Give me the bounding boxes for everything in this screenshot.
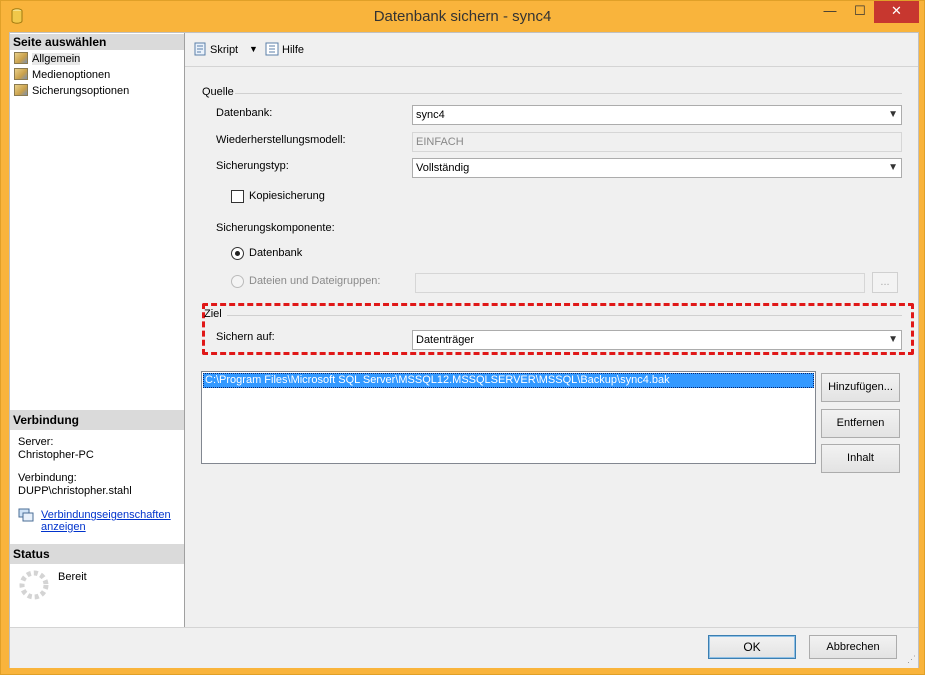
chevron-down-icon: ▼ bbox=[888, 162, 898, 173]
connection-properties-link-2[interactable]: anzeigen bbox=[41, 521, 86, 533]
status-value: Bereit bbox=[58, 571, 87, 583]
backup-type-label: Sicherungstyp: bbox=[216, 160, 289, 172]
copy-only-checkbox[interactable] bbox=[231, 190, 244, 203]
recovery-model-label: Wiederherstellungsmodell: bbox=[216, 134, 346, 146]
recovery-model-field: EINFACH bbox=[412, 132, 902, 152]
right-pane: Skript ▼ Hilfe Quelle Datenbank: sync4 ▼… bbox=[185, 33, 918, 627]
connection-value: DUPP\christopher.stahl bbox=[18, 485, 132, 497]
dialog-window: Datenbank sichern - sync4 — ☐ ✕ Seite au… bbox=[0, 0, 925, 675]
resize-grip-icon[interactable]: ⋰ bbox=[907, 654, 916, 665]
status-heading: Status bbox=[10, 544, 184, 564]
list-item[interactable]: C:\Program Files\Microsoft SQL Server\MS… bbox=[203, 373, 814, 388]
script-icon bbox=[193, 42, 207, 56]
page-item-general[interactable]: Allgemein bbox=[14, 51, 81, 67]
backup-to-select[interactable]: Datenträger ▼ bbox=[412, 330, 902, 350]
component-database-radio[interactable] bbox=[231, 247, 244, 260]
page-item-label: Medienoptionen bbox=[32, 69, 111, 81]
window-title: Datenbank sichern - sync4 bbox=[373, 8, 552, 25]
select-page-heading: Seite auswählen bbox=[10, 34, 184, 50]
maximize-button[interactable]: ☐ bbox=[847, 1, 873, 23]
component-files-radio[interactable] bbox=[231, 275, 244, 288]
server-value: Christopher-PC bbox=[18, 449, 94, 461]
database-label: Datenbank: bbox=[216, 107, 273, 119]
database-select[interactable]: sync4 ▼ bbox=[412, 105, 902, 125]
minimize-button[interactable]: — bbox=[817, 1, 843, 23]
left-pane: Seite auswählen Allgemein Medienoptionen… bbox=[10, 33, 185, 627]
database-select-value: sync4 bbox=[416, 109, 445, 121]
help-button[interactable]: Hilfe bbox=[265, 42, 304, 56]
remove-destination-button[interactable]: Entfernen bbox=[821, 409, 900, 438]
page-item-media-options[interactable]: Medienoptionen bbox=[14, 67, 110, 83]
cancel-button[interactable]: Abbrechen bbox=[809, 635, 897, 659]
source-group-label: Quelle bbox=[202, 86, 234, 98]
component-files-label[interactable]: Dateien und Dateigruppen: bbox=[249, 275, 380, 287]
component-database-label[interactable]: Datenbank bbox=[249, 247, 302, 259]
page-icon bbox=[14, 84, 28, 96]
close-button[interactable]: ✕ bbox=[874, 1, 919, 23]
script-button[interactable]: Skript bbox=[193, 42, 238, 56]
connection-properties-icon bbox=[18, 508, 34, 522]
maximize-icon: ☐ bbox=[854, 3, 866, 18]
backup-type-select-value: Vollständig bbox=[416, 162, 470, 174]
help-icon bbox=[265, 42, 279, 56]
backup-destination-list[interactable]: C:\Program Files\Microsoft SQL Server\MS… bbox=[201, 371, 816, 464]
progress-spinner-icon bbox=[18, 569, 50, 601]
backup-component-label: Sicherungskomponente: bbox=[216, 222, 335, 234]
title-bar[interactable]: Datenbank sichern - sync4 — ☐ ✕ bbox=[1, 1, 924, 33]
page-item-backup-options[interactable]: Sicherungsoptionen bbox=[14, 83, 129, 99]
script-label: Skript bbox=[210, 44, 239, 56]
files-filegroups-field bbox=[415, 273, 865, 293]
add-destination-button[interactable]: Hinzufügen... bbox=[821, 373, 900, 402]
ok-button[interactable]: OK bbox=[708, 635, 796, 659]
destination-group-label: Ziel bbox=[204, 308, 222, 320]
backup-to-select-value: Datenträger bbox=[416, 334, 475, 346]
source-group-divider bbox=[235, 93, 902, 94]
server-label: Server: bbox=[18, 436, 54, 448]
connection-properties-link[interactable]: Verbindungseigenschaften bbox=[41, 509, 171, 521]
copy-only-label[interactable]: Kopiesicherung bbox=[249, 190, 325, 202]
backup-to-label: Sichern auf: bbox=[216, 331, 275, 343]
contents-button[interactable]: Inhalt bbox=[821, 444, 900, 473]
page-icon bbox=[14, 68, 28, 80]
backup-type-select[interactable]: Vollständig ▼ bbox=[412, 158, 902, 178]
script-dropdown-arrow-icon[interactable]: ▼ bbox=[249, 44, 258, 54]
page-item-label: Allgemein bbox=[32, 53, 81, 65]
dialog-footer: OK Abbrechen ⋰ bbox=[10, 627, 918, 668]
chevron-down-icon: ▼ bbox=[888, 334, 898, 345]
connection-label: Verbindung: bbox=[18, 472, 77, 484]
help-label: Hilfe bbox=[282, 44, 305, 56]
close-icon: ✕ bbox=[891, 3, 902, 18]
destination-group-divider bbox=[227, 315, 902, 316]
page-item-label: Sicherungsoptionen bbox=[32, 85, 130, 97]
browse-files-button[interactable]: ... bbox=[872, 272, 898, 293]
toolbar: Skript ▼ Hilfe bbox=[185, 33, 918, 67]
chevron-down-icon: ▼ bbox=[888, 109, 898, 120]
minimize-icon: — bbox=[823, 3, 837, 18]
dialog-client-area: Seite auswählen Allgemein Medienoptionen… bbox=[9, 32, 919, 668]
page-icon bbox=[14, 52, 28, 64]
connection-heading: Verbindung bbox=[10, 410, 184, 430]
